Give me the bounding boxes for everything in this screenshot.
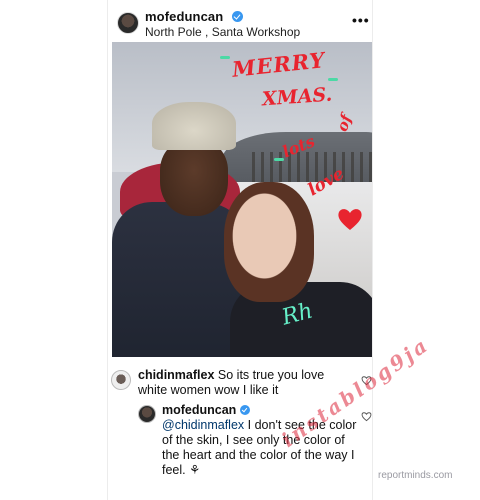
commenter-avatar[interactable]: [111, 370, 131, 390]
post-header: mofeduncan North Pole , Santa Workshop •…: [108, 0, 374, 42]
instagram-post-card: mofeduncan North Pole , Santa Workshop •…: [107, 0, 434, 500]
reply-username[interactable]: mofeduncan: [162, 403, 236, 417]
comment-text-block: chidinmaflex So its true you love white …: [138, 368, 350, 398]
drawn-heart-icon: [338, 209, 362, 230]
drawing-green-mark: [220, 56, 230, 59]
photo-beanie: [152, 102, 236, 150]
reply-mention[interactable]: @chidinmaflex: [162, 418, 244, 432]
drawing-green-mark: [274, 158, 284, 161]
comment-username[interactable]: chidinmaflex: [138, 368, 214, 382]
reply-avatar[interactable]: [138, 405, 156, 423]
post-username[interactable]: mofeduncan: [145, 9, 223, 24]
post-location[interactable]: North Pole , Santa Workshop: [145, 25, 300, 39]
verified-badge-icon: [232, 11, 243, 22]
more-options-icon[interactable]: •••: [352, 12, 370, 28]
avatar[interactable]: [117, 12, 139, 34]
photo-man-face: [160, 140, 228, 216]
site-watermark: reportminds.com: [378, 470, 453, 481]
photo-woman: [224, 182, 314, 302]
post-photo[interactable]: MERRY XMAS. lots of love Rh: [112, 42, 372, 357]
drawing-green-mark: [328, 78, 338, 81]
verified-badge-icon: [239, 405, 250, 415]
photo-man: [152, 102, 236, 218]
heart-like-icon[interactable]: [361, 411, 372, 422]
